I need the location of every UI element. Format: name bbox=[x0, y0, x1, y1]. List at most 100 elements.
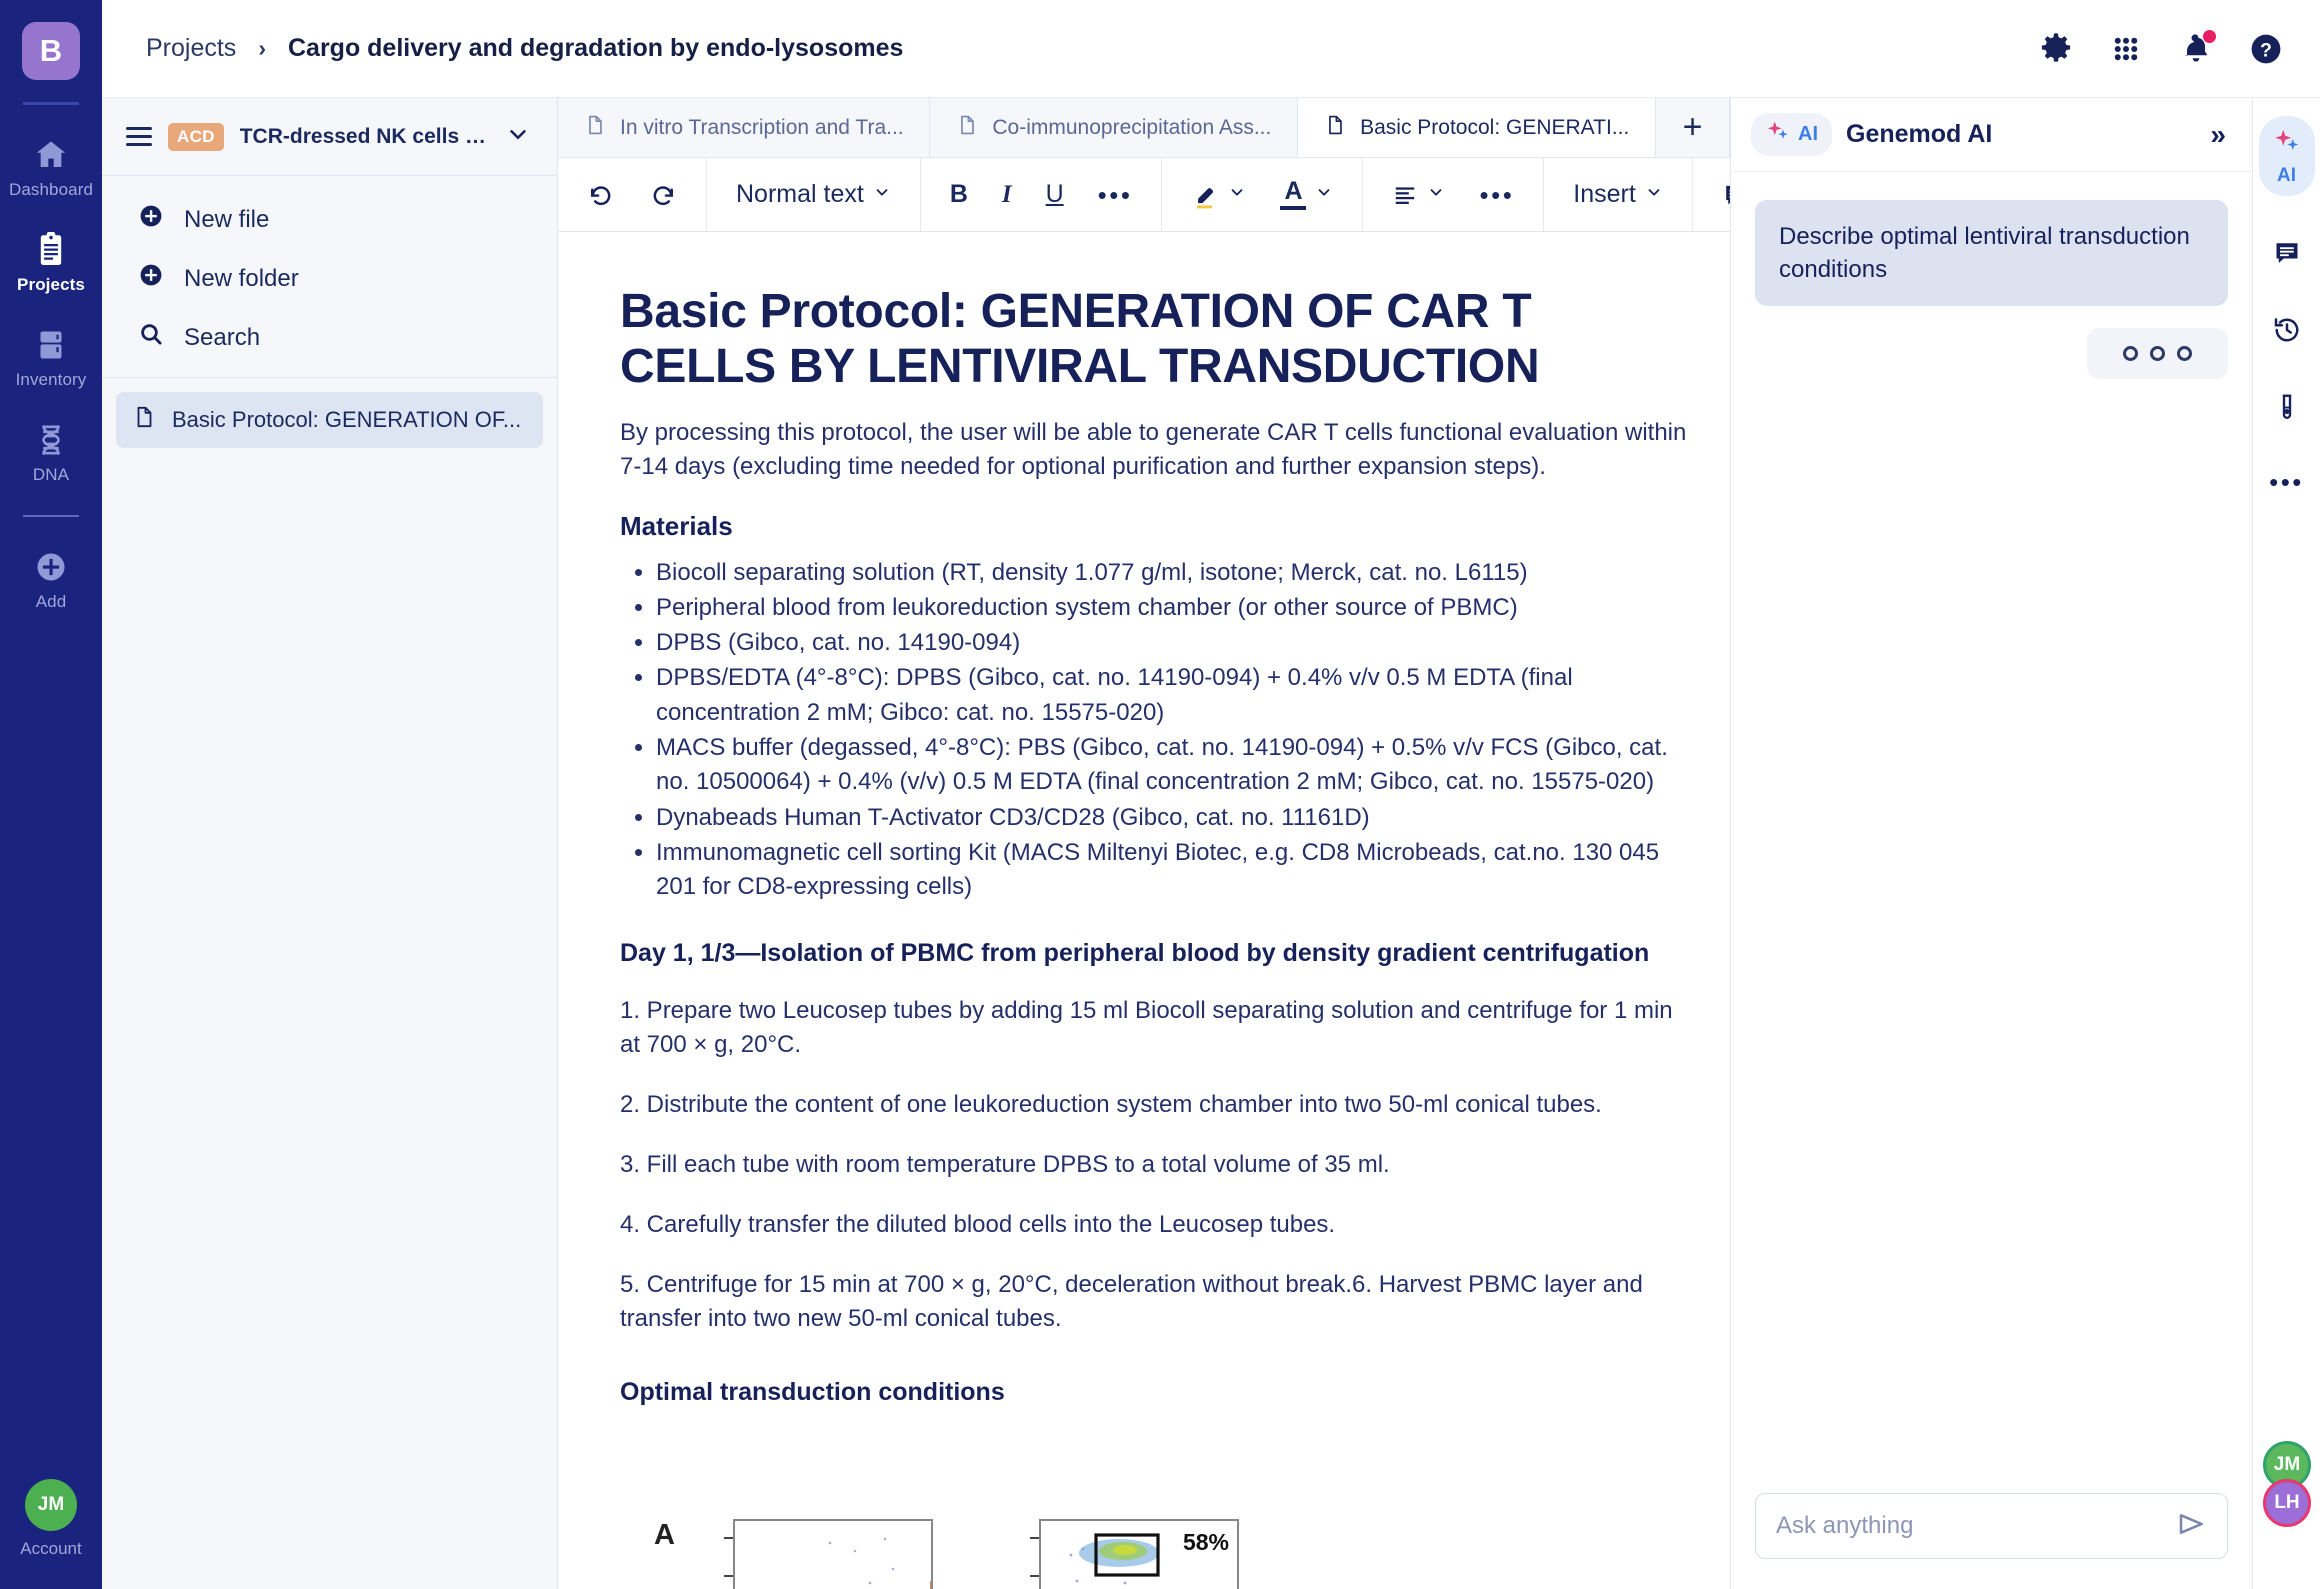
tab-in-vitro-transcription[interactable]: In vitro Transcription and Tra... bbox=[558, 98, 931, 157]
axis-ticks bbox=[721, 1519, 733, 1589]
materials-heading: Materials bbox=[620, 510, 733, 541]
underline-button[interactable]: U bbox=[1039, 175, 1071, 214]
send-icon[interactable] bbox=[2175, 1508, 2207, 1545]
chevron-down-icon bbox=[873, 183, 891, 206]
list-item-label: Basic Protocol: GENERATION OF... bbox=[172, 407, 522, 432]
text-color-letter: A bbox=[1284, 177, 1303, 205]
breadcrumb-current: Cargo delivery and degradation by endo-l… bbox=[287, 34, 904, 62]
plus-circle-icon bbox=[138, 203, 164, 236]
tab-label: Basic Protocol: GENERATI... bbox=[1360, 115, 1630, 139]
new-folder-button[interactable]: New folder bbox=[102, 249, 557, 308]
file-icon bbox=[132, 405, 156, 435]
insert-label: Insert bbox=[1573, 180, 1636, 208]
document-page: Basic Protocol: GENERATION OF CAR T CELL… bbox=[620, 284, 1695, 1589]
tab-basic-protocol[interactable]: Basic Protocol: GENERATI... bbox=[1298, 98, 1657, 157]
new-tab-button[interactable]: + bbox=[1656, 98, 1730, 157]
help-circle-icon[interactable]: ? bbox=[2248, 31, 2284, 67]
chevron-down-icon bbox=[1228, 183, 1246, 206]
search-button[interactable]: Search bbox=[102, 308, 557, 367]
protocol-step: 1. Prepare two Leucosep tubes by adding … bbox=[620, 996, 1673, 1058]
sidebar-item-inventory[interactable]: Inventory bbox=[0, 327, 102, 390]
apps-grid-icon[interactable] bbox=[2108, 31, 2144, 67]
list-item: Peripheral blood from leukoreduction sys… bbox=[656, 591, 1695, 625]
list-item: DPBS/EDTA (4°-8°C): DPBS (Gibco, cat. no… bbox=[656, 661, 1695, 730]
comment-icon[interactable] bbox=[2272, 238, 2302, 273]
avatar[interactable]: JM bbox=[25, 1479, 77, 1531]
history-icon[interactable] bbox=[2272, 315, 2302, 350]
file-panel-header: ACD TCR-dressed NK cells to k... bbox=[102, 98, 557, 176]
sidebar-item-add[interactable]: Add bbox=[0, 549, 102, 612]
fridge-icon bbox=[33, 327, 69, 363]
bold-button[interactable]: B bbox=[943, 175, 975, 214]
tab-co-immunoprecipitation[interactable]: Co-immunoprecipitation Ass... bbox=[930, 98, 1299, 157]
avatar[interactable]: LH bbox=[2263, 1479, 2311, 1527]
ai-input-wrapper[interactable] bbox=[1755, 1493, 2228, 1559]
sidebar-item-dna[interactable]: DNA bbox=[0, 422, 102, 485]
topbar: Projects › Cargo delivery and degradatio… bbox=[102, 0, 2320, 98]
body-column: Projects › Cargo delivery and degradatio… bbox=[102, 0, 2320, 1589]
document-canvas[interactable]: Basic Protocol: GENERATION OF CAR T CELL… bbox=[558, 232, 1730, 1589]
align-left-icon[interactable] bbox=[1385, 177, 1452, 213]
dna-icon bbox=[33, 422, 69, 458]
app-logo[interactable]: B bbox=[22, 22, 80, 80]
main-area: ACD TCR-dressed NK cells to k... bbox=[102, 98, 2320, 1589]
more-dots-icon[interactable]: ••• bbox=[2269, 469, 2304, 495]
file-icon bbox=[584, 114, 606, 142]
toolbar-group-style: Normal text bbox=[707, 158, 921, 231]
sidebar-item-projects[interactable]: Projects bbox=[0, 230, 102, 295]
breadcrumb-root[interactable]: Projects bbox=[146, 34, 236, 63]
redo-icon[interactable] bbox=[642, 176, 684, 214]
chevron-down-icon[interactable] bbox=[505, 121, 531, 152]
toolbar-group-history bbox=[558, 158, 707, 231]
document-intro: By processing this protocol, the user wi… bbox=[620, 419, 1687, 481]
gear-icon[interactable] bbox=[2038, 31, 2074, 67]
list-item: Dynabeads Human T-Activator CD3/CD28 (Gi… bbox=[656, 801, 1695, 835]
avatar-initials: LH bbox=[2274, 1492, 2300, 1513]
figure-panel-left: A C ↑ bbox=[654, 1519, 933, 1589]
file-icon bbox=[956, 114, 978, 142]
undo-icon[interactable] bbox=[580, 176, 622, 214]
gate-label: 58% bbox=[1182, 1529, 1229, 1556]
toolbar-group-insert: Insert bbox=[1544, 158, 1693, 231]
bell-icon[interactable] bbox=[2178, 29, 2216, 67]
text-style-dropdown[interactable]: Normal text bbox=[729, 175, 898, 214]
notification-badge bbox=[2203, 29, 2216, 43]
rail-divider bbox=[23, 102, 79, 105]
chevron-down-icon bbox=[1427, 183, 1445, 206]
left-nav-rail: B Dashboard Projects Inventory DNA Add J… bbox=[0, 0, 102, 1589]
list-item: Immunomagnetic cell sorting Kit (MACS Mi… bbox=[656, 836, 1695, 905]
topbar-icons: ? bbox=[2038, 29, 2284, 67]
text-color-button[interactable]: A bbox=[1273, 174, 1340, 215]
list-item[interactable]: Basic Protocol: GENERATION OF... bbox=[116, 392, 543, 448]
more-format-button[interactable]: ••• bbox=[1091, 177, 1140, 213]
highlighter-icon[interactable] bbox=[1184, 175, 1253, 215]
materials-list: Biocoll separating solution (RT, density… bbox=[620, 556, 1695, 905]
ai-message-list: Describe optimal lentiviral transduction… bbox=[1731, 172, 2252, 1493]
collaborator-avatars: JM LH bbox=[2253, 1441, 2320, 1527]
new-file-label: New file bbox=[184, 205, 270, 233]
day-heading: Day 1, 1/3—Isolation of PBMC from periph… bbox=[620, 938, 1650, 967]
test-tube-icon[interactable] bbox=[2272, 392, 2302, 427]
sidebar-item-dashboard[interactable]: Dashboard bbox=[0, 137, 102, 200]
document-area: In vitro Transcription and Tra... Co-imm… bbox=[558, 98, 1969, 1589]
insert-dropdown[interactable]: Insert bbox=[1566, 175, 1670, 214]
new-folder-label: New folder bbox=[184, 264, 299, 292]
new-file-button[interactable]: New file bbox=[102, 190, 557, 249]
italic-button[interactable]: I bbox=[995, 176, 1019, 214]
home-icon bbox=[33, 137, 69, 173]
account-section[interactable]: JM Account bbox=[0, 1479, 102, 1559]
sparkle-icon bbox=[2272, 127, 2302, 162]
avatar-initials: JM bbox=[2273, 1454, 2301, 1475]
hamburger-icon[interactable] bbox=[126, 127, 152, 146]
ai-prompt-input[interactable] bbox=[1776, 1512, 2175, 1540]
list-item: Biocoll separating solution (RT, density… bbox=[656, 556, 1695, 590]
scatter-plot-left bbox=[732, 1519, 933, 1589]
collapse-panel-button[interactable]: » bbox=[2210, 119, 2226, 151]
ai-panel: AI Genemod AI » Describe optimal lentivi… bbox=[1730, 98, 2252, 1589]
sidebar-item-label: Projects bbox=[17, 275, 85, 294]
ai-chip-label: AI bbox=[1798, 123, 1818, 145]
figure-panel-letter: A bbox=[654, 1519, 675, 1552]
ai-tool-button[interactable]: AI bbox=[2258, 116, 2315, 196]
file-panel: ACD TCR-dressed NK cells to k... bbox=[102, 98, 558, 1589]
more-paragraph-button[interactable]: ••• bbox=[1472, 177, 1521, 213]
